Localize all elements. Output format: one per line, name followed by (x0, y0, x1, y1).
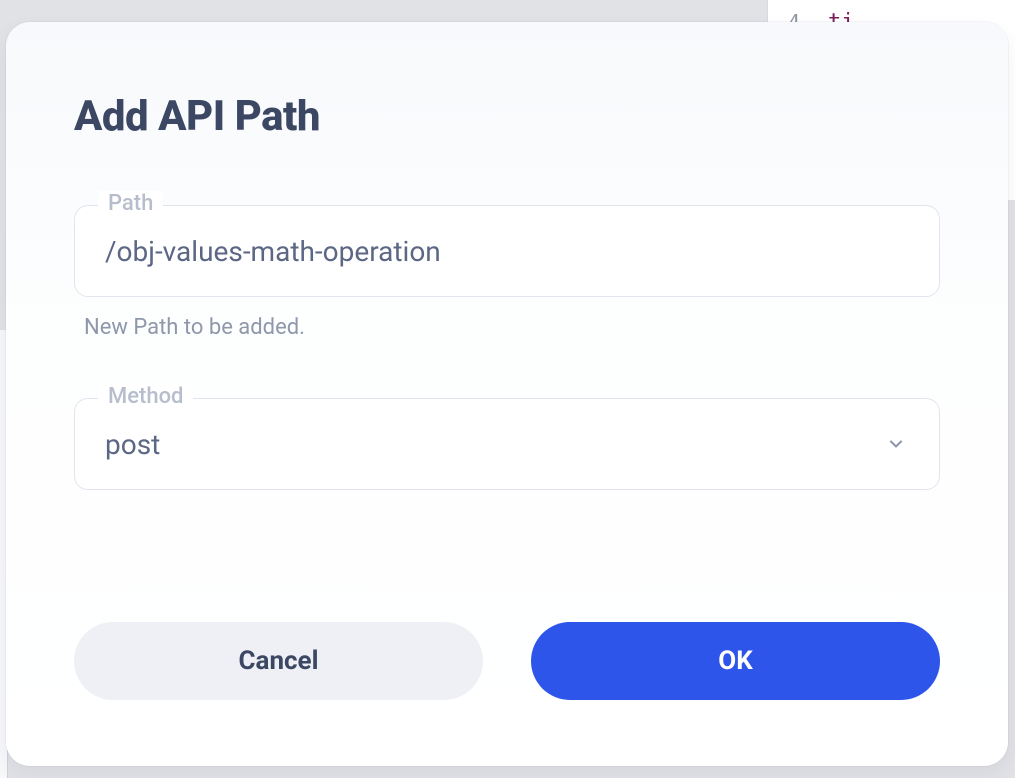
path-field-wrap: Path (74, 205, 940, 297)
dialog-spacer (74, 490, 940, 622)
chevron-down-icon (883, 431, 909, 457)
dialog-title: Add API Path (74, 92, 940, 141)
method-select[interactable]: post (74, 398, 940, 490)
method-field-wrap: Method post (74, 398, 940, 490)
path-label: Path (98, 191, 163, 216)
add-api-path-dialog: Add API Path Path New Path to be added. … (6, 22, 1008, 766)
method-selected-value: post (105, 428, 160, 461)
ok-button[interactable]: OK (531, 622, 940, 700)
dialog-actions: Cancel OK (74, 622, 940, 700)
path-helper-text: New Path to be added. (74, 315, 940, 340)
cancel-button[interactable]: Cancel (74, 622, 483, 700)
method-label: Method (98, 384, 193, 409)
path-input[interactable] (74, 205, 940, 297)
